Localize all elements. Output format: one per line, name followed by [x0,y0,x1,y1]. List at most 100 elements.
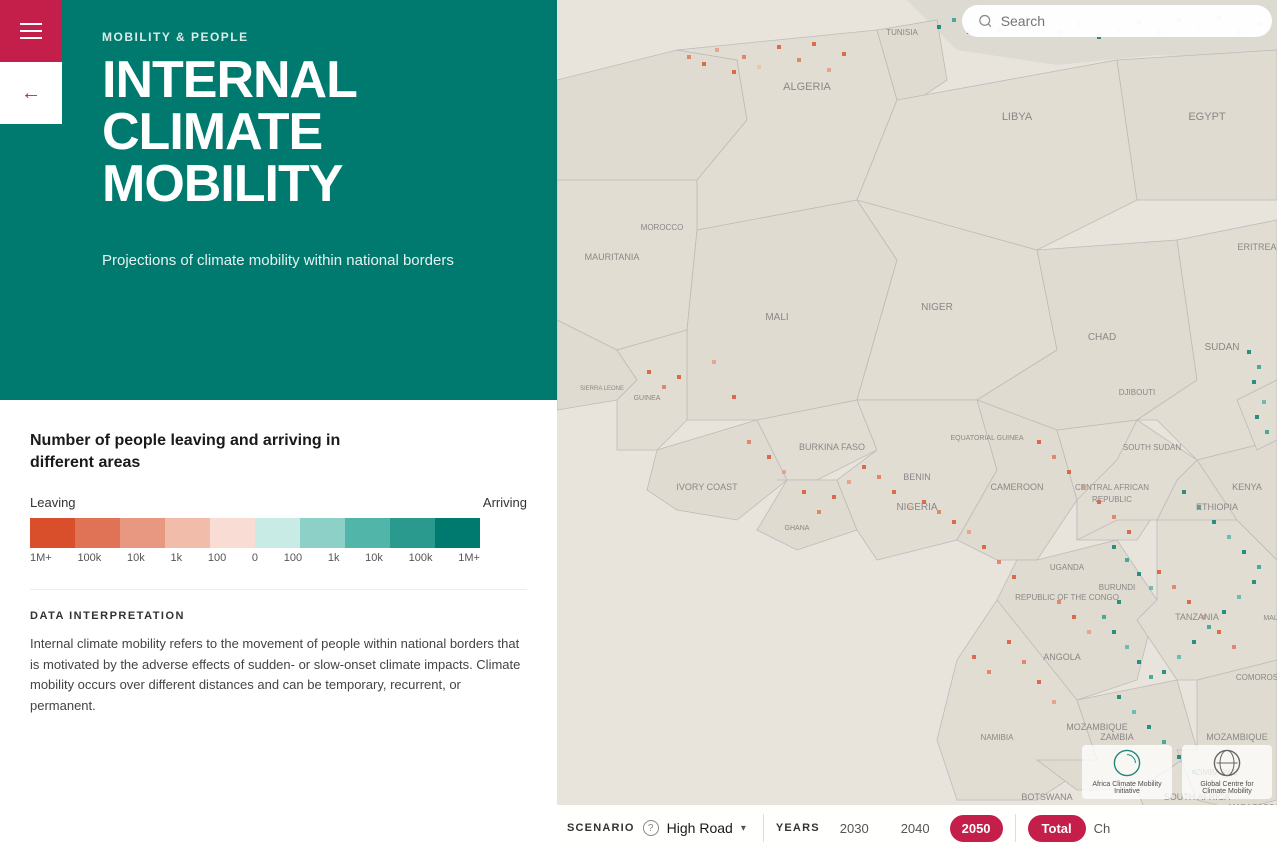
map-logos: Africa Climate Mobility Initiative Globa… [1082,745,1272,799]
color-leaving-2 [75,518,120,548]
svg-text:SOUTH SUDAN: SOUTH SUDAN [1123,443,1181,452]
leaving-label: Leaving [30,495,76,510]
color-arriving-3 [345,518,390,548]
logo-acmi: Africa Climate Mobility Initiative [1082,745,1172,799]
logo1-text: Africa Climate Mobility Initiative [1090,781,1164,795]
val-100k-right: 100k [409,552,433,564]
search-bar [557,0,1277,37]
svg-text:BURUNDI: BURUNDI [1099,583,1135,592]
svg-text:DJIBOUTI: DJIBOUTI [1119,388,1155,397]
svg-text:CHAD: CHAD [1088,332,1116,343]
interp-title: DATA INTERPRETATION [30,610,527,622]
divider-2 [1015,814,1016,842]
svg-text:GUINEA: GUINEA [634,395,661,402]
scenario-help-icon[interactable]: ? [643,820,659,836]
svg-text:BOTSWANA: BOTSWANA [1021,792,1072,802]
color-arriving-2 [300,518,345,548]
header-section: ← MOBILITY & PEOPLE INTERNAL CLIMATE MOB… [0,0,557,400]
val-1k-left: 1k [170,552,182,564]
val-100-right: 100 [284,552,302,564]
header-content: MOBILITY & PEOPLE INTERNAL CLIMATE MOBIL… [102,30,527,273]
hamburger-icon [20,23,42,39]
title-line2: MOBILITY [102,155,342,213]
years-section: YEARS 2030 2040 2050 [776,815,1003,842]
svg-text:BURKINA FASO: BURKINA FASO [799,442,865,452]
svg-text:MOZAMBIQUE: MOZAMBIQUE [1206,732,1268,742]
svg-text:SIERRA LEONE: SIERRA LEONE [580,386,624,392]
years-label: YEARS [776,822,820,834]
val-1k-right: 1k [328,552,340,564]
year-2050-button[interactable]: 2050 [950,815,1003,842]
val-10k-right: 10k [365,552,383,564]
search-input[interactable] [1001,13,1256,29]
svg-text:UGANDA: UGANDA [1050,563,1085,572]
color-leaving-4 [165,518,210,548]
title-line1: INTERNAL CLIMATE [102,51,356,161]
back-arrow-icon: ← [21,82,41,105]
scenario-section: SCENARIO ? High Road ▾ [567,820,746,836]
legend-colors [30,518,480,548]
back-button[interactable]: ← [0,62,62,124]
svg-text:MOROCCO: MOROCCO [641,223,684,232]
svg-text:ALGERIA: ALGERIA [783,81,831,93]
year-2040-button[interactable]: 2040 [889,815,942,842]
legend-values: 1M+ 100k 10k 1k 100 0 100 1k 10k 100k 1M… [30,552,480,564]
svg-text:CENTRAL AFRICAN: CENTRAL AFRICAN [1075,483,1149,492]
logo2-text: Global Centre for Climate Mobility [1190,781,1264,795]
val-1m-left: 1M+ [30,552,52,564]
svg-text:LIBYA: LIBYA [1002,111,1033,123]
svg-text:EQUATORIAL GUINEA: EQUATORIAL GUINEA [951,435,1024,442]
color-leaving-1 [30,518,75,548]
val-100-left: 100 [208,552,226,564]
svg-text:REPUBLIC OF THE CONGO: REPUBLIC OF THE CONGO [1015,593,1119,602]
search-input-wrapper[interactable] [962,5,1272,37]
svg-text:NIGERIA: NIGERIA [896,502,937,513]
subtitle-text: Projections of climate mobility within n… [102,250,482,273]
year-2030-button[interactable]: 2030 [828,815,881,842]
color-arriving-4 [390,518,435,548]
right-panel: ALGERIA LIBYA EGYPT MAURITANIA MALI NIGE… [557,0,1277,851]
svg-text:CAMEROON: CAMEROON [990,482,1043,492]
legend-labels-top: Leaving Arriving [30,495,527,510]
svg-text:MALI: MALI [765,312,788,323]
svg-text:EGYPT: EGYPT [1188,111,1226,123]
color-leaving-3 [120,518,165,548]
content-section: Number of people leaving and arriving in… [0,400,557,737]
total-button[interactable]: Total [1028,815,1086,842]
dropdown-chevron-icon[interactable]: ▾ [741,823,746,834]
section-title: Number of people leaving and arriving in… [30,430,527,475]
svg-text:NIGER: NIGER [921,302,953,313]
val-1m-right: 1M+ [458,552,480,564]
svg-text:NAMIBIA: NAMIBIA [981,733,1015,742]
svg-text:KENYA: KENYA [1232,482,1262,492]
scenario-label: SCENARIO [567,822,635,834]
search-icon [978,13,993,29]
svg-text:BENIN: BENIN [903,472,931,482]
color-leaving-5 [210,518,255,548]
svg-text:MOZAMBIQUE: MOZAMBIQUE [1066,722,1128,732]
legend-container: Leaving Arriving 1M+ 100k 10k 1k 1 [30,495,527,564]
logo-gccm: Global Centre for Climate Mobility [1182,745,1272,799]
help-question-mark: ? [648,823,654,834]
map-svg: ALGERIA LIBYA EGYPT MAURITANIA MALI NIGE… [557,0,1277,805]
val-100k-left: 100k [77,552,101,564]
svg-text:TANZANIA: TANZANIA [1175,612,1219,622]
divider-1 [763,814,764,842]
svg-text:SUDAN: SUDAN [1204,342,1239,353]
menu-button[interactable] [0,0,62,62]
bottom-bar: SCENARIO ? High Road ▾ YEARS 2030 2040 2… [557,805,1277,851]
main-title: INTERNAL CLIMATE MOBILITY [102,54,527,210]
interp-text: Internal climate mobility refers to the … [30,634,527,717]
color-arriving-1 [255,518,300,548]
scenario-value: High Road [667,820,733,836]
svg-text:ETHIOPIA: ETHIOPIA [1196,502,1238,512]
gccm-logo-icon [1213,749,1241,777]
left-panel: ← MOBILITY & PEOPLE INTERNAL CLIMATE MOB… [0,0,557,851]
svg-text:ERITREA: ERITREA [1237,242,1276,252]
svg-text:IVORY COAST: IVORY COAST [676,482,738,492]
color-arriving-5 [435,518,480,548]
category-label: MOBILITY & PEOPLE [102,30,527,44]
svg-text:MALAWI: MALAWI [1263,615,1277,622]
svg-text:COMOROS: COMOROS [1236,673,1277,682]
svg-text:ANGOLA: ANGOLA [1043,652,1081,662]
